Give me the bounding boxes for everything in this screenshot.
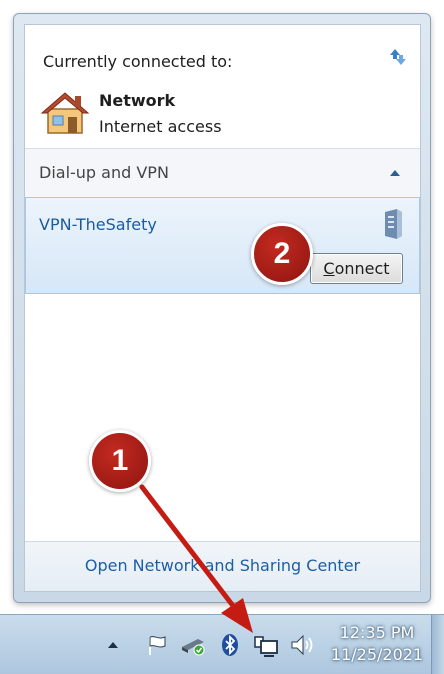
clock-date: 11/25/2021 — [330, 645, 424, 664]
house-icon — [40, 92, 90, 134]
taskbar: 12:35 PM 11/25/2021 — [0, 614, 444, 674]
clock-time: 12:35 PM — [339, 623, 415, 642]
bluetooth-icon[interactable] — [220, 633, 240, 657]
action-center-flag-icon[interactable] — [145, 633, 169, 657]
network-icon[interactable] — [253, 633, 279, 657]
step-1-badge: 1 — [89, 430, 151, 492]
usb-device-icon[interactable] — [180, 633, 208, 657]
refresh-icon[interactable] — [386, 45, 410, 69]
show-desktop-button[interactable] — [431, 615, 444, 674]
section-title: Dial-up and VPN — [39, 163, 169, 182]
open-network-sharing-center-link[interactable]: Open Network and Sharing Center — [25, 556, 420, 575]
connected-title: Currently connected to: — [43, 52, 233, 71]
dialup-vpn-section-header[interactable]: Dial-up and VPN — [25, 149, 420, 197]
connect-button-mnemonic: C — [323, 259, 335, 278]
vpn-server-icon — [385, 209, 402, 239]
flyout-footer: Open Network and Sharing Center — [25, 541, 420, 591]
step-2-badge: 2 — [251, 223, 313, 285]
network-flyout: Currently connected to: Network Internet… — [13, 13, 431, 603]
vpn-name: VPN-TheSafety — [39, 215, 157, 234]
flyout-panel: Currently connected to: Network Internet… — [24, 24, 421, 592]
chevron-up-icon[interactable] — [389, 169, 401, 177]
volume-icon[interactable] — [290, 633, 316, 657]
system-clock[interactable]: 12:35 PM 11/25/2021 — [324, 622, 430, 666]
connect-button[interactable]: Connect — [310, 253, 403, 284]
connect-button-label: onnect — [334, 259, 390, 278]
vpn-connection-item[interactable]: VPN-TheSafety Connect — [25, 197, 420, 294]
network-status: Internet access — [99, 117, 222, 136]
show-hidden-icons-arrow[interactable] — [106, 633, 120, 657]
network-name: Network — [99, 91, 176, 110]
